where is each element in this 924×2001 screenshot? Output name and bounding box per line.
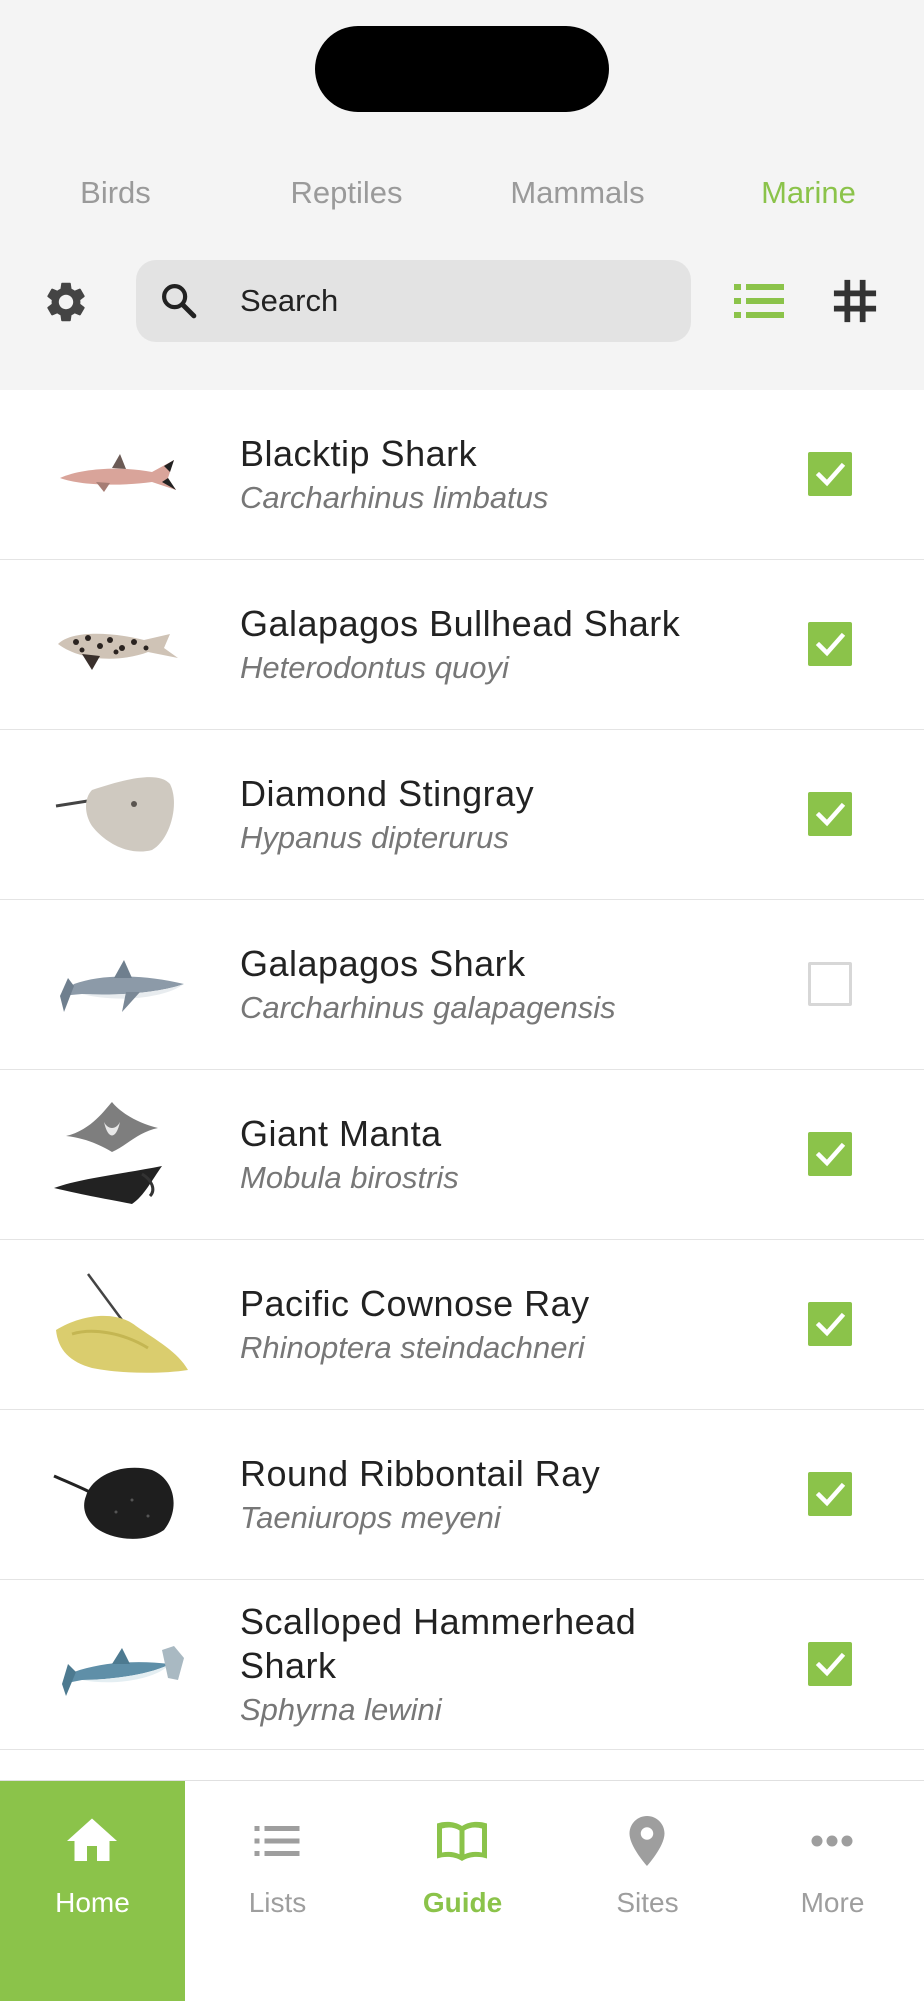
manta-image xyxy=(54,1102,162,1204)
nav-label: Home xyxy=(55,1887,130,1918)
species-row[interactable]: Round Ribbontail Ray Taeniurops meyeni xyxy=(0,1410,924,1580)
species-row[interactable]: Scalloped Hammerhead Shark Sphyrna lewin… xyxy=(0,1580,924,1750)
species-row[interactable]: Diamond Stingray Hypanus dipterurus xyxy=(0,730,924,900)
common-name: Galapagos Shark xyxy=(240,942,526,984)
common-name: Scalloped Hammerhead Shark xyxy=(240,1600,637,1686)
species-text: Round Ribbontail Ray Taeniurops meyeni xyxy=(240,1410,720,1579)
species-text: Galapagos Shark Carcharhinus galapagensi… xyxy=(240,900,720,1069)
toolbar xyxy=(0,260,924,344)
scientific-name: Taeniurops meyeni xyxy=(240,1499,501,1535)
species-text: Giant Manta Mobula birostris xyxy=(240,1070,720,1239)
common-name: Pacific Cownose Ray xyxy=(240,1282,590,1324)
nav-guide[interactable]: Guide xyxy=(370,1781,555,2001)
scientific-name: Sphyrna lewini xyxy=(240,1691,442,1727)
common-name: Giant Manta xyxy=(240,1112,442,1154)
seen-checkbox[interactable] xyxy=(808,1472,852,1516)
scientific-name: Rhinoptera steindachneri xyxy=(240,1329,585,1365)
scientific-name: Heterodontus quoyi xyxy=(240,649,509,685)
species-row[interactable]: Galapagos Bullhead Shark Heterodontus qu… xyxy=(0,560,924,730)
species-text: Blacktip Shark Carcharhinus limbatus xyxy=(240,390,720,559)
species-row[interactable]: Giant Manta Mobula birostris xyxy=(0,1070,924,1240)
nav-home[interactable]: Home xyxy=(0,1781,185,2001)
book-icon xyxy=(437,1821,487,1861)
seen-checkbox[interactable] xyxy=(808,452,852,496)
seen-checkbox[interactable] xyxy=(808,962,852,1006)
checkmark-icon xyxy=(815,462,846,487)
location-pin-icon xyxy=(629,1816,665,1866)
tab-reptiles[interactable]: Reptiles xyxy=(231,170,462,216)
home-icon xyxy=(67,1818,117,1861)
seen-checkbox[interactable] xyxy=(808,1302,852,1346)
tab-birds[interactable]: Birds xyxy=(0,170,231,216)
species-row[interactable]: Blacktip Shark Carcharhinus limbatus xyxy=(0,390,924,560)
seen-checkbox[interactable] xyxy=(808,1132,852,1176)
checkmark-icon xyxy=(815,1652,846,1677)
seen-checkbox[interactable] xyxy=(808,1642,852,1686)
seen-checkbox[interactable] xyxy=(808,792,852,836)
nav-more[interactable]: More xyxy=(740,1781,924,2001)
galapagos-shark-image xyxy=(60,960,184,1012)
common-name: Galapagos Bullhead Shark xyxy=(240,602,681,644)
common-name: Blacktip Shark xyxy=(240,432,478,474)
checkmark-icon xyxy=(815,802,846,827)
scientific-name: Mobula birostris xyxy=(240,1159,459,1195)
nav-lists[interactable]: Lists xyxy=(185,1781,370,2001)
common-name: Round Ribbontail Ray xyxy=(240,1452,601,1494)
cownose-ray-image xyxy=(56,1273,188,1373)
species-row[interactable]: Pacific Cownose Ray Rhinoptera steindach… xyxy=(0,1240,924,1410)
scientific-name: Carcharhinus galapagensis xyxy=(240,989,616,1025)
checkmark-icon xyxy=(815,1312,846,1337)
nav-sites[interactable]: Sites xyxy=(555,1781,740,2001)
hammerhead-image xyxy=(62,1646,184,1696)
nav-label: Guide xyxy=(422,1887,503,1918)
gear-icon[interactable] xyxy=(42,278,90,326)
checkmark-icon xyxy=(815,632,846,657)
scientific-name: Hypanus dipterurus xyxy=(240,819,509,855)
bullhead-shark-image xyxy=(58,633,178,670)
species-text: Scalloped Hammerhead Shark Sphyrna lewin… xyxy=(240,1580,720,1749)
species-row[interactable]: Galapagos Shark Carcharhinus galapagensi… xyxy=(0,900,924,1070)
scientific-name: Carcharhinus limbatus xyxy=(240,479,549,515)
species-text: Pacific Cownose Ray Rhinoptera steindach… xyxy=(240,1240,720,1409)
camera-island xyxy=(315,26,609,112)
grid-view-icon[interactable] xyxy=(832,278,878,324)
species-text: Diamond Stingray Hypanus dipterurus xyxy=(240,730,720,899)
checkmark-icon xyxy=(815,1142,846,1167)
blacktip-shark-image xyxy=(60,454,176,492)
search-input[interactable] xyxy=(240,260,660,342)
nav-label: Sites xyxy=(616,1887,679,1918)
search-bar[interactable] xyxy=(136,260,691,342)
ribbontail-ray-image xyxy=(53,1467,174,1539)
search-icon xyxy=(162,284,197,319)
species-list: Blacktip Shark Carcharhinus limbatus Gal… xyxy=(0,390,924,1780)
list-view-icon[interactable] xyxy=(734,278,784,324)
list-icon xyxy=(254,1826,300,1856)
checkmark-icon xyxy=(815,1482,846,1507)
more-icon xyxy=(811,1835,853,1847)
stingray-image xyxy=(55,777,174,852)
nav-label: More xyxy=(800,1887,865,1918)
tab-marine[interactable]: Marine xyxy=(693,170,924,216)
common-name: Diamond Stingray xyxy=(240,772,535,814)
category-tabs: Birds Reptiles Mammals Marine xyxy=(0,170,924,216)
seen-checkbox[interactable] xyxy=(808,622,852,666)
nav-label: Lists xyxy=(248,1887,307,1918)
species-text: Galapagos Bullhead Shark Heterodontus qu… xyxy=(240,560,720,729)
bottom-nav: Home Lists Guide Sites More xyxy=(0,1780,924,2001)
tab-mammals[interactable]: Mammals xyxy=(462,170,693,216)
